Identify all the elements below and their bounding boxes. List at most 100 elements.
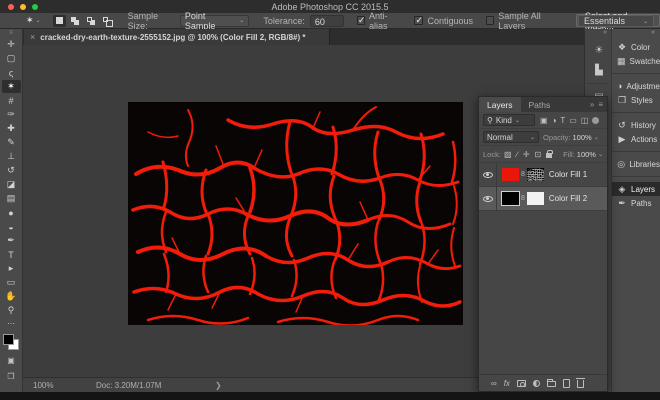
clone-stamp-tool[interactable]: ⊥ bbox=[2, 150, 21, 163]
collapse-dock-icon[interactable]: « bbox=[612, 29, 660, 40]
workspace-dropdown[interactable]: Essentials ⌄ bbox=[578, 15, 654, 27]
panel-menu-icon[interactable]: ≡ bbox=[598, 100, 603, 109]
contiguous-checkbox[interactable]: Contiguous bbox=[414, 16, 473, 26]
status-menu-chevron-icon[interactable]: ❯ bbox=[215, 381, 222, 390]
dock-item-libraries[interactable]: ◎Libraries bbox=[612, 157, 660, 171]
dock-item-color[interactable]: ❖Color bbox=[612, 40, 660, 54]
intersect-selection-button[interactable] bbox=[101, 15, 114, 27]
sample-size-dropdown[interactable]: Point Sample ⌄ bbox=[180, 15, 249, 27]
filter-shape-layers-icon[interactable]: ▭ bbox=[569, 116, 577, 125]
layer-color-thumbnail[interactable] bbox=[502, 168, 519, 181]
link-mask-icon: 8 bbox=[521, 171, 525, 178]
lock-pixels-icon[interactable]: ∕ bbox=[517, 150, 518, 159]
dock-item-layers[interactable]: ◈Layers bbox=[612, 182, 660, 196]
visibility-cell[interactable] bbox=[479, 163, 497, 187]
lock-label: Lock: bbox=[483, 150, 501, 159]
new-adjustment-layer-icon[interactable] bbox=[533, 380, 540, 387]
gradient-tool[interactable]: ▤ bbox=[2, 192, 21, 205]
lock-artboard-icon[interactable]: ⊡ bbox=[535, 150, 542, 159]
zoom-tool[interactable]: ⚲ bbox=[2, 304, 21, 317]
layer-row-color-fill-1[interactable]: 8 Color Fill 1 bbox=[479, 163, 607, 187]
foreground-color-swatch[interactable] bbox=[3, 334, 14, 345]
dock-item-adjustments[interactable]: ◑Adjustme... bbox=[612, 79, 660, 93]
hand-tool[interactable]: ✋ bbox=[2, 290, 21, 303]
dock-item-label: Layers bbox=[631, 185, 655, 194]
document-tab[interactable]: × cracked-dry-earth-texture-2555152.jpg … bbox=[24, 29, 330, 45]
delete-layer-icon[interactable] bbox=[577, 380, 584, 388]
filter-type-layers-icon[interactable]: T bbox=[560, 116, 565, 125]
shape-tool[interactable]: ▭ bbox=[2, 276, 21, 289]
sun-icon[interactable]: ☀ bbox=[585, 40, 613, 60]
screen-mode-button[interactable]: ❐ bbox=[2, 370, 21, 382]
chevron-down-icon: ⌄ bbox=[36, 17, 41, 24]
add-to-selection-button[interactable] bbox=[69, 15, 82, 27]
eraser-tool[interactable]: ◪ bbox=[2, 178, 21, 191]
new-group-icon[interactable] bbox=[547, 381, 556, 387]
blur-tool[interactable]: ● bbox=[2, 206, 21, 219]
dock-item-styles[interactable]: ❐Styles bbox=[612, 93, 660, 107]
toolbar-grip[interactable]: ≡ bbox=[0, 29, 22, 38]
pen-tool[interactable]: ✒ bbox=[2, 234, 21, 247]
filter-pixel-layers-icon[interactable]: ▣ bbox=[540, 116, 548, 125]
lasso-tool[interactable]: ς bbox=[2, 66, 21, 79]
visibility-cell[interactable] bbox=[479, 187, 497, 211]
magic-wand-tool[interactable]: ✶ bbox=[2, 80, 21, 93]
fill-value[interactable]: 100%⌄ bbox=[577, 150, 603, 159]
dock-item-history[interactable]: ↺History bbox=[612, 118, 660, 132]
add-layer-mask-icon[interactable] bbox=[517, 380, 526, 387]
options-bar: ✶ ⌄ Sample Size: Point Sample ⌄ Toleranc… bbox=[0, 13, 660, 29]
layer-name[interactable]: Color Fill 1 bbox=[549, 170, 587, 179]
lock-position-icon[interactable]: ✛ bbox=[523, 150, 530, 159]
filter-kind-dropdown[interactable]: ⚲ Kind ⌄ bbox=[483, 114, 535, 126]
close-tab-icon[interactable]: × bbox=[30, 32, 35, 42]
filter-adjustment-layers-icon[interactable]: ◑ bbox=[552, 116, 557, 125]
new-layer-icon[interactable] bbox=[563, 379, 570, 388]
new-selection-button[interactable] bbox=[53, 15, 66, 27]
filter-toggle-switch[interactable] bbox=[592, 117, 599, 124]
blend-mode-dropdown[interactable]: Normal ⌄ bbox=[483, 131, 539, 143]
layer-mask-thumbnail[interactable] bbox=[527, 168, 544, 181]
edit-toolbar-button[interactable]: ⋯ bbox=[0, 319, 22, 328]
anti-alias-checkbox[interactable]: Anti-alias bbox=[357, 11, 402, 31]
move-tool[interactable]: ✛ bbox=[2, 38, 21, 51]
brush-tool[interactable]: ✎ bbox=[2, 136, 21, 149]
quick-mask-button[interactable]: ▣ bbox=[2, 354, 21, 366]
adjustments-icon: ◑ bbox=[617, 81, 622, 91]
path-selection-tool[interactable]: ▸ bbox=[2, 262, 21, 275]
actions-icon: ▶ bbox=[617, 134, 627, 145]
dock-item-actions[interactable]: ▶Actions bbox=[612, 132, 660, 146]
layer-row-color-fill-2[interactable]: 8 Color Fill 2 bbox=[479, 187, 607, 211]
tab-paths[interactable]: Paths bbox=[521, 97, 559, 112]
opacity-value[interactable]: 100%⌄ bbox=[573, 133, 599, 142]
dock-item-swatches[interactable]: ▦Swatches bbox=[612, 54, 660, 68]
marquee-tool[interactable]: ▢ bbox=[2, 52, 21, 65]
lock-all-icon[interactable] bbox=[546, 153, 552, 158]
healing-brush-tool[interactable]: ✚ bbox=[2, 122, 21, 135]
tool-preset-dropdown[interactable]: ✶ ⌄ bbox=[26, 15, 41, 26]
tolerance-input[interactable]: 60 bbox=[310, 15, 344, 27]
layer-name[interactable]: Color Fill 2 bbox=[549, 194, 587, 203]
dodge-tool[interactable]: ◒ bbox=[2, 220, 21, 233]
history-brush-tool[interactable]: ↺ bbox=[2, 164, 21, 177]
lock-transparency-icon[interactable]: ▨ bbox=[504, 150, 512, 159]
layer-mask-thumbnail[interactable] bbox=[527, 192, 544, 205]
tab-layers[interactable]: Layers bbox=[479, 97, 521, 112]
zoom-level-field[interactable]: 100% bbox=[33, 381, 53, 390]
layer-color-thumbnail[interactable] bbox=[502, 192, 519, 205]
layer-effects-icon[interactable]: fx bbox=[504, 379, 510, 388]
histogram-icon[interactable]: ▙ bbox=[585, 60, 613, 80]
filter-smart-object-icon[interactable]: ◫ bbox=[581, 116, 589, 125]
link-layers-icon[interactable]: ∞ bbox=[491, 379, 497, 388]
type-tool[interactable]: T bbox=[2, 248, 21, 261]
document-canvas[interactable] bbox=[128, 102, 463, 325]
dock-item-paths[interactable]: ✒Paths bbox=[612, 196, 660, 210]
crop-tool[interactable]: # bbox=[2, 94, 21, 107]
checkbox-box bbox=[357, 16, 365, 25]
subtract-from-selection-button[interactable] bbox=[85, 15, 98, 27]
sample-all-layers-checkbox[interactable]: Sample All Layers bbox=[486, 11, 562, 31]
dock-item-label: Styles bbox=[631, 96, 653, 105]
checkbox-box bbox=[414, 16, 423, 25]
expand-strip-icon[interactable]: « bbox=[585, 29, 611, 40]
eyedropper-tool[interactable]: ✑ bbox=[2, 108, 21, 121]
panel-collapse-icon[interactable]: » bbox=[590, 100, 594, 109]
